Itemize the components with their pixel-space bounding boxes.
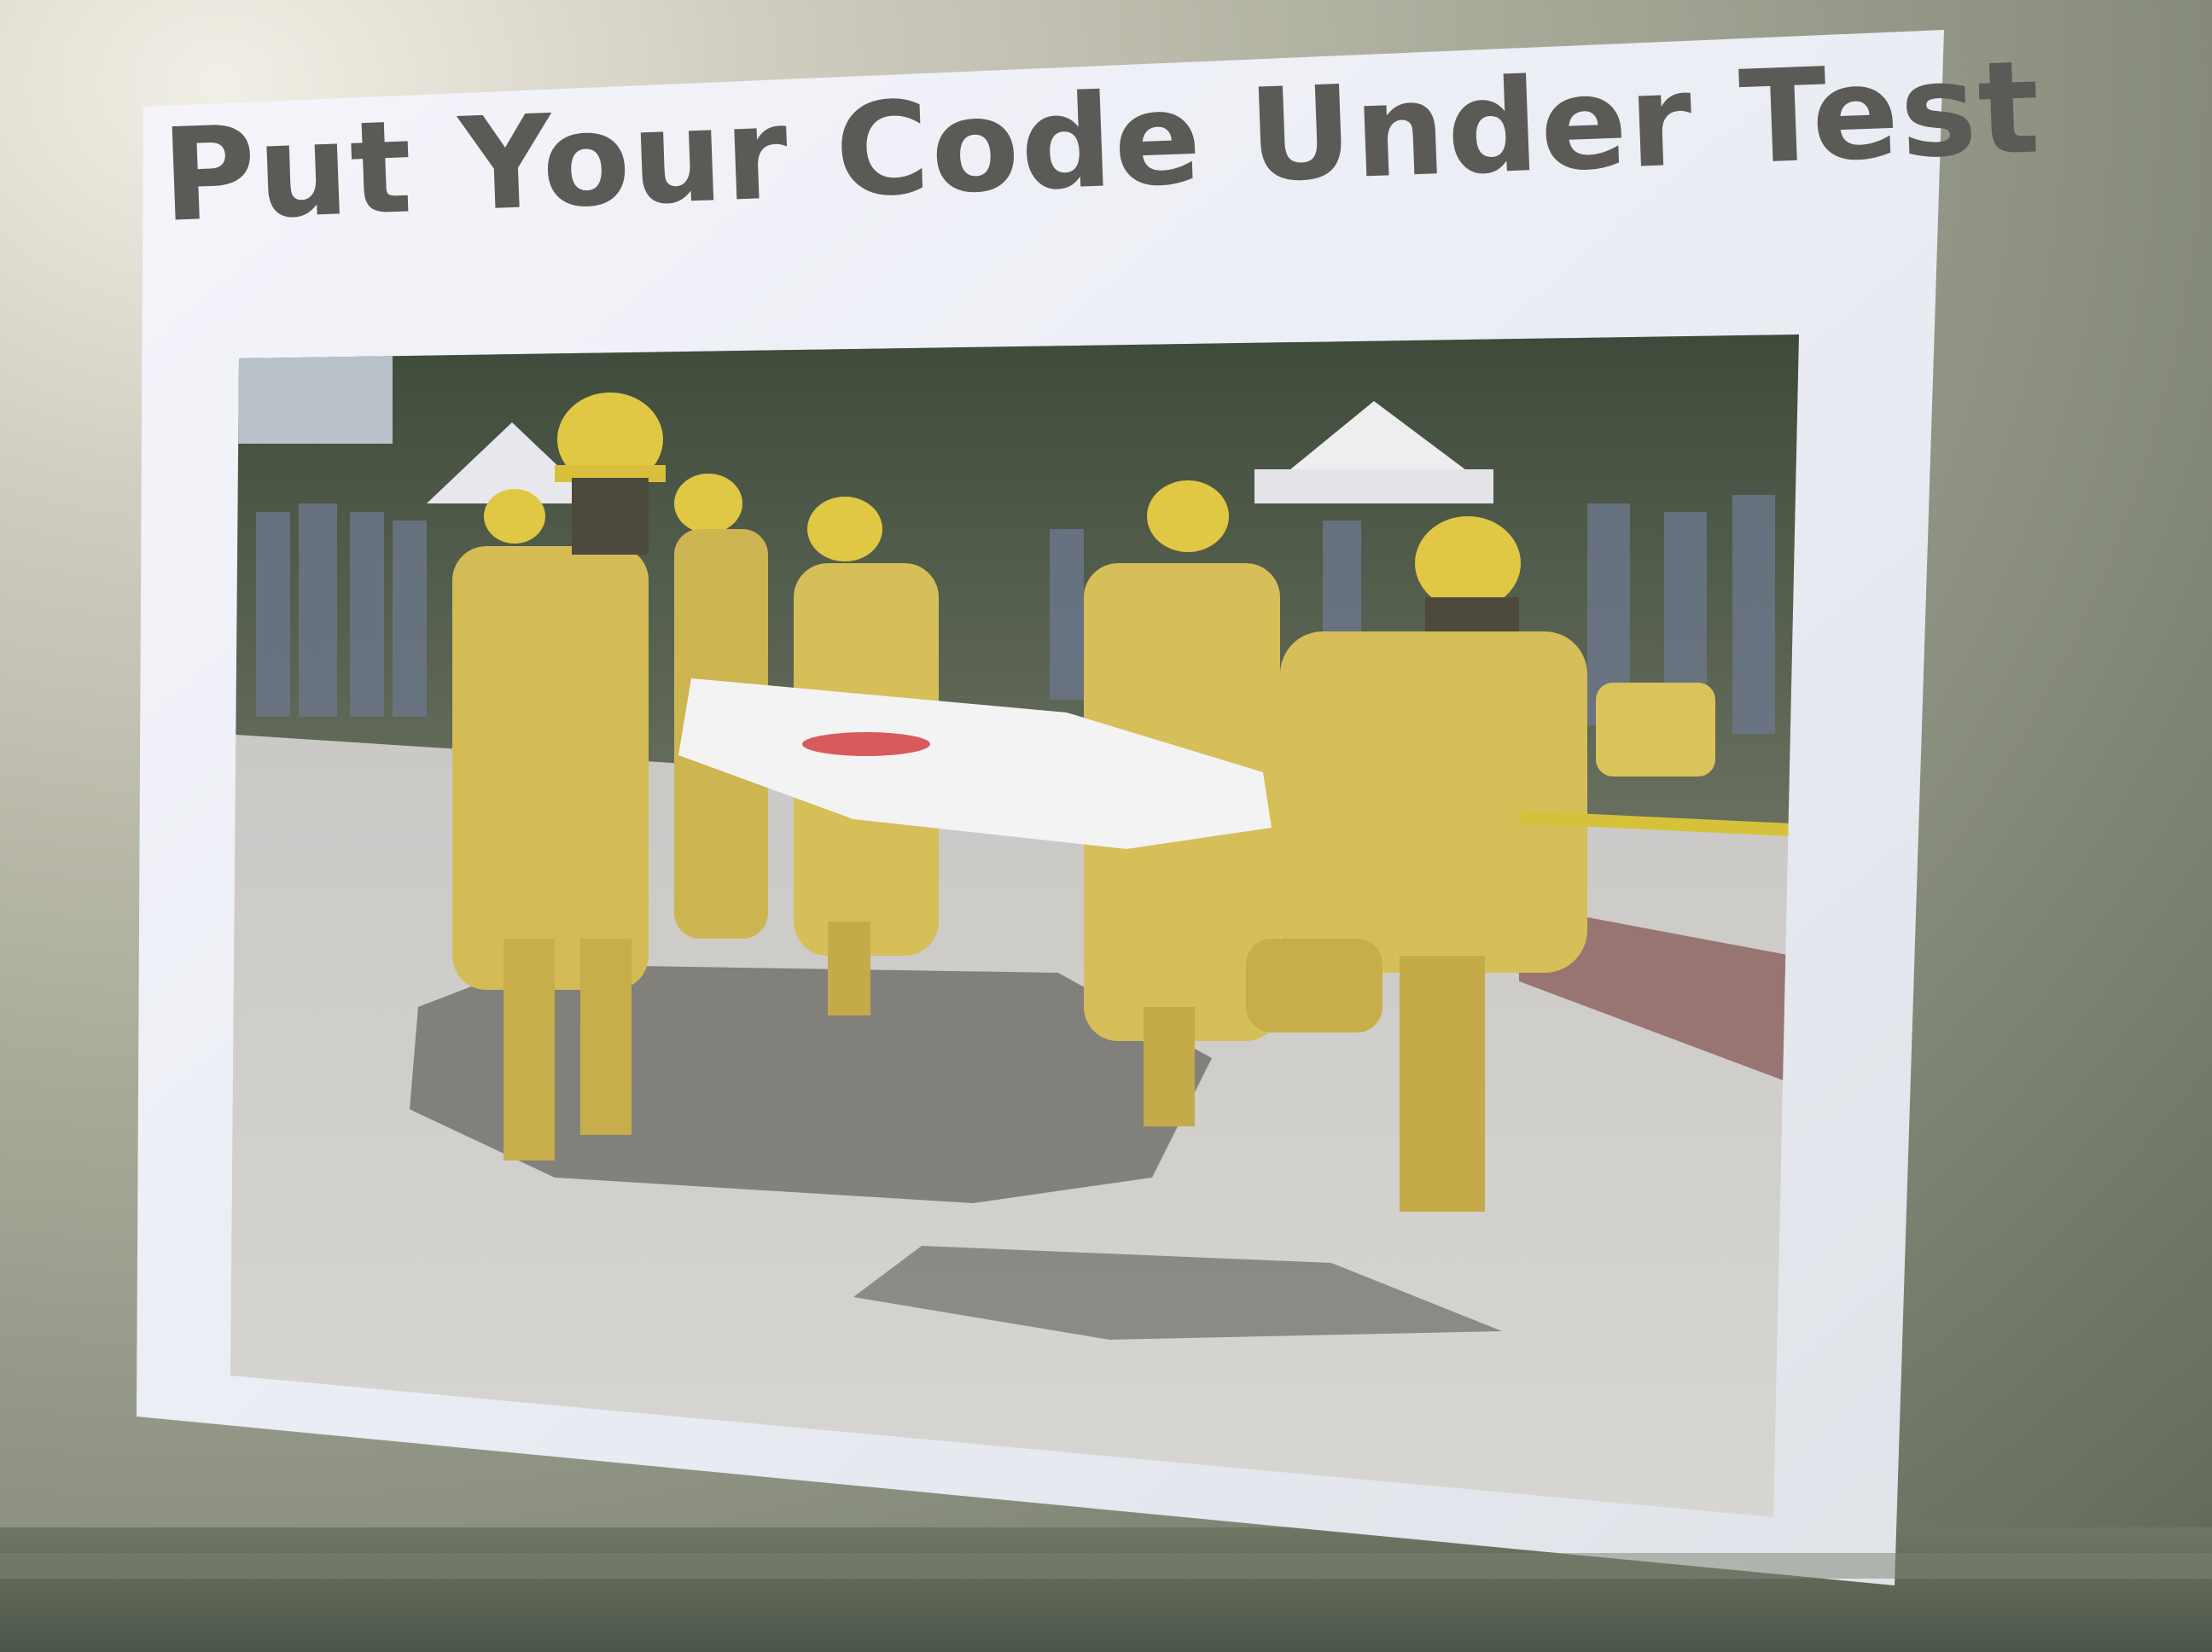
projected-slide: Put Your Code Under Test	[0, 0, 2212, 1652]
slide-surface	[0, 30, 2212, 1585]
photo	[230, 334, 1799, 1517]
